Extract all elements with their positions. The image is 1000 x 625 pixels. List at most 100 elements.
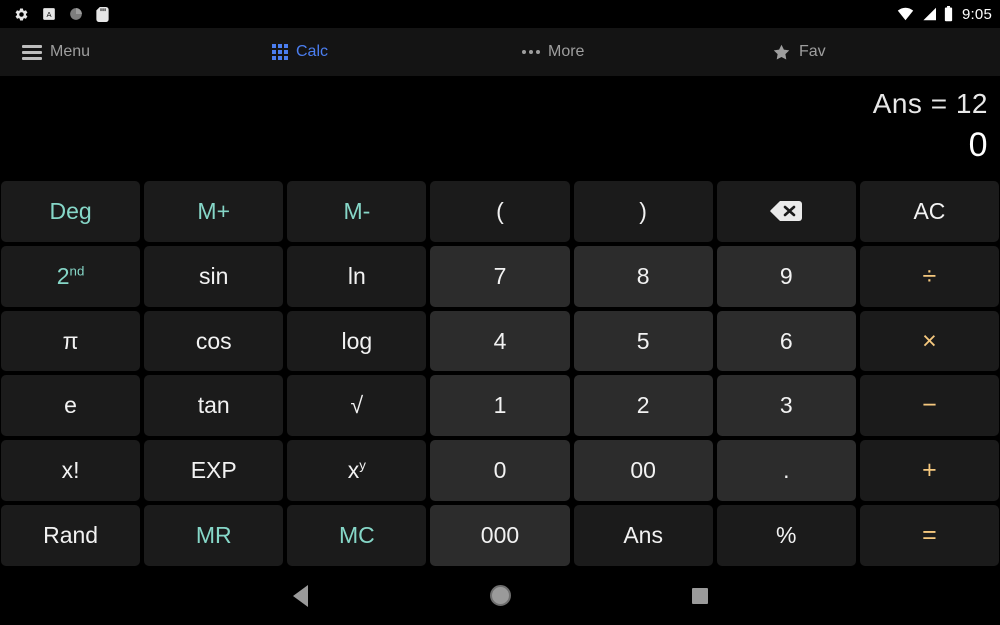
status-bar-right-icons: 9:05 (897, 6, 992, 23)
key-00[interactable]: 00 (573, 440, 713, 502)
calculator-display[interactable]: Ans = 12 0 (0, 76, 1000, 181)
key-x[interactable]: x! (1, 440, 141, 502)
key-5[interactable]: 5 (573, 310, 713, 372)
key-label: 6 (779, 327, 793, 354)
key-9[interactable]: 9 (716, 245, 856, 307)
key-8[interactable]: 8 (573, 245, 713, 307)
key-label: √ (350, 392, 364, 419)
star-icon (773, 44, 790, 60)
key-label: ( (496, 197, 504, 224)
appbar-item-fav[interactable]: Fav (750, 28, 1000, 76)
appbar-item-menu[interactable]: Menu (0, 28, 250, 76)
key-exp[interactable]: EXP (144, 440, 284, 502)
key-label: e (64, 392, 77, 419)
sd-card-icon (96, 6, 109, 22)
key-ans[interactable]: Ans (573, 505, 713, 566)
key-label: MR (195, 522, 232, 549)
appbar-menu-label: Menu (50, 43, 91, 60)
key-superscript: y (359, 457, 366, 473)
key-label: 9 (779, 262, 793, 289)
key-ac[interactable]: AC (859, 181, 999, 242)
key-label: % (776, 522, 797, 549)
key-label: + (922, 456, 937, 485)
key-log[interactable]: log (287, 310, 427, 372)
circle-home-icon (489, 585, 511, 606)
key-label: log (341, 327, 373, 354)
key-mr[interactable]: MR (144, 505, 284, 566)
appbar-item-more[interactable]: More (500, 28, 750, 76)
key-decimal[interactable]: . (716, 440, 856, 502)
key-pi[interactable]: π (1, 310, 141, 372)
key-sqrt[interactable]: √ (287, 375, 427, 437)
key-m[interactable]: M+ (144, 181, 284, 242)
key-tan[interactable]: tan (144, 375, 284, 437)
key-label: Rand (43, 522, 99, 549)
triangle-back-icon (292, 584, 308, 607)
key-percent[interactable]: % (716, 505, 856, 566)
key-3[interactable]: 3 (716, 375, 856, 437)
key-ln[interactable]: ln (287, 245, 427, 307)
recents-button[interactable] (670, 576, 730, 616)
key-subtract[interactable]: − (859, 375, 999, 437)
key-label: 0 (493, 457, 507, 484)
key-label: MC (338, 522, 375, 549)
key-label: 4 (493, 327, 507, 354)
key-deg[interactable]: Deg (1, 181, 141, 242)
keypad-row: e tan √ 1 2 3 − (1, 375, 999, 437)
gear-icon (15, 7, 28, 21)
key-multiply[interactable]: × (859, 310, 999, 372)
key-superscript: nd (69, 263, 85, 279)
app-screen: A 9:05 Menu Calc More Fav Ans = 12 0 Deg… (0, 0, 1000, 625)
key-label: 5 (636, 327, 650, 354)
key-m[interactable]: M- (287, 181, 427, 242)
home-button[interactable] (470, 576, 530, 616)
key-backspace[interactable] (716, 181, 856, 242)
key-label: ÷ (922, 261, 937, 290)
key-6[interactable]: 6 (716, 310, 856, 372)
key-divide[interactable]: ÷ (859, 245, 999, 307)
appbar-fav-label: Fav (799, 43, 826, 60)
key-label: 8 (636, 262, 650, 289)
key-mc[interactable]: MC (287, 505, 427, 566)
key-add[interactable]: + (859, 440, 999, 502)
key-label: . (783, 457, 790, 484)
key-label: 00 (630, 457, 656, 484)
signal-icon (923, 7, 936, 21)
key-1[interactable]: 1 (430, 375, 570, 437)
back-button[interactable] (270, 576, 330, 616)
key-label: Deg (49, 197, 92, 224)
key-xy[interactable]: xy (287, 440, 427, 502)
key-label: M+ (197, 197, 230, 224)
key-0[interactable]: 0 (430, 440, 570, 502)
key-sin[interactable]: sin (144, 245, 284, 307)
display-ans-line: Ans = 12 (872, 88, 988, 119)
circle-icon (70, 8, 82, 20)
key-7[interactable]: 7 (430, 245, 570, 307)
key-label: cos (195, 327, 232, 354)
key-000[interactable]: 000 (430, 505, 570, 566)
battery-icon (944, 6, 953, 22)
key-label: AC (913, 197, 946, 224)
key-label: ) (639, 197, 647, 224)
key-label: EXP (190, 457, 237, 484)
key-label: sin (199, 262, 229, 289)
key-label: 1 (493, 392, 507, 419)
key-label: 3 (779, 392, 793, 419)
key-equals[interactable]: = (859, 505, 999, 566)
key-label: ln (347, 262, 366, 289)
key-rand[interactable]: Rand (1, 505, 141, 566)
key-open-paren[interactable]: ( (430, 181, 570, 242)
key-e[interactable]: e (1, 375, 141, 437)
key-label: 000 (480, 522, 520, 549)
key-2[interactable]: 2 (573, 375, 713, 437)
key-cos[interactable]: cos (144, 310, 284, 372)
app-bar: Menu Calc More Fav (0, 28, 1000, 76)
key-label: − (922, 391, 937, 420)
key-4[interactable]: 4 (430, 310, 570, 372)
key-label: × (922, 326, 937, 355)
key-close-paren[interactable]: ) (573, 181, 713, 242)
appbar-item-calc[interactable]: Calc (250, 28, 500, 76)
key-2nd[interactable]: 2nd (1, 245, 141, 307)
keypad-row: Deg M+ M- () AC (1, 181, 999, 242)
keypad-row: 2nd sin ln 7 8 9 ÷ (1, 245, 999, 307)
